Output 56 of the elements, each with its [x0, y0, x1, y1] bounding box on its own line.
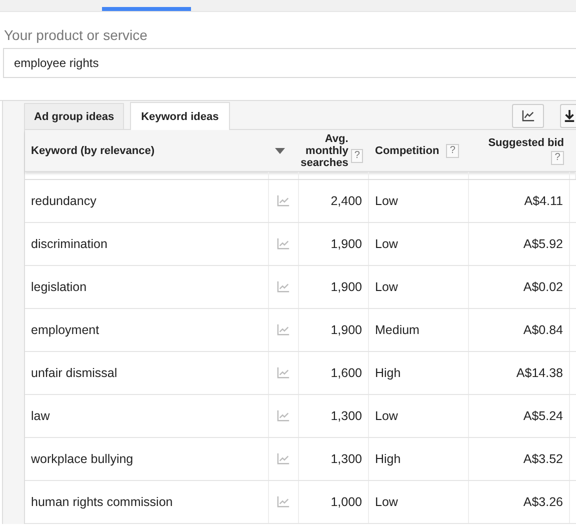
- table-cell: 1,300: [330, 452, 362, 466]
- field-label: Your product or service: [3, 27, 148, 43]
- download-button[interactable]: [560, 104, 576, 128]
- table-cell: 1,300: [330, 409, 362, 423]
- line-chart-icon[interactable]: [277, 410, 290, 422]
- line-chart-icon[interactable]: [277, 453, 290, 465]
- help-icon[interactable]: ?: [446, 144, 460, 158]
- table-cell: A$14.38: [516, 366, 563, 380]
- tab[interactable]: Ad group ideas: [24, 103, 124, 129]
- table-cell: unfair dismissal: [31, 366, 118, 380]
- line-chart-icon[interactable]: [277, 324, 290, 336]
- line-chart-icon[interactable]: [277, 496, 290, 508]
- line-chart-icon[interactable]: [277, 367, 290, 379]
- table-cell: Low: [375, 409, 398, 423]
- table-cell: 1,000: [330, 495, 362, 509]
- table-cell: legislation: [31, 280, 87, 294]
- table-cell: A$0.02: [523, 280, 563, 294]
- column-header[interactable]: Suggested bid: [488, 137, 564, 149]
- table-cell: Low: [375, 495, 398, 509]
- table-cell: 1,900: [330, 323, 362, 337]
- table-cell: employment: [31, 323, 100, 337]
- table-cell: Medium: [375, 323, 420, 337]
- column-header[interactable]: Competition: [375, 144, 440, 156]
- table-cell: 1,600: [330, 366, 362, 380]
- table-cell: A$3.52: [523, 452, 563, 466]
- table-cell: discrimination: [31, 237, 108, 251]
- table-cell: A$3.26: [523, 495, 563, 509]
- table-cell: A$4.11: [524, 194, 563, 208]
- tab[interactable]: Keyword ideas: [130, 102, 230, 130]
- table-cell: High: [375, 452, 401, 466]
- download-icon: [563, 110, 576, 122]
- table-cell: A$5.92: [523, 237, 563, 251]
- table-cell: law: [31, 409, 50, 423]
- line-chart-icon[interactable]: [277, 195, 290, 207]
- table-cell: redundancy: [31, 194, 96, 208]
- table-cell: human rights commission: [31, 495, 173, 509]
- column-header[interactable]: Avg. monthly searches: [285, 132, 348, 168]
- table-cell: 1,900: [330, 237, 362, 251]
- column-header[interactable]: Keyword (by relevance): [31, 144, 154, 156]
- help-icon[interactable]: ?: [351, 149, 363, 163]
- chart-button[interactable]: [512, 104, 544, 128]
- table-cell: Low: [375, 237, 398, 251]
- table-cell: High: [375, 366, 401, 380]
- help-icon[interactable]: ?: [551, 151, 564, 165]
- table-cell: A$5.24: [523, 409, 563, 423]
- table-cell: 1,900: [330, 280, 362, 294]
- table-cell: Low: [375, 194, 398, 208]
- search-field[interactable]: employee rights: [3, 48, 576, 78]
- line-chart-icon[interactable]: [277, 238, 290, 250]
- line-chart-icon: [522, 110, 534, 122]
- table-cell: A$0.84: [523, 323, 563, 337]
- table-cell: 2,400: [330, 194, 362, 208]
- table-cell: Low: [375, 280, 398, 294]
- line-chart-icon[interactable]: [277, 281, 290, 293]
- table-cell: workplace bullying: [31, 452, 134, 466]
- sort-down-icon[interactable]: [275, 148, 285, 154]
